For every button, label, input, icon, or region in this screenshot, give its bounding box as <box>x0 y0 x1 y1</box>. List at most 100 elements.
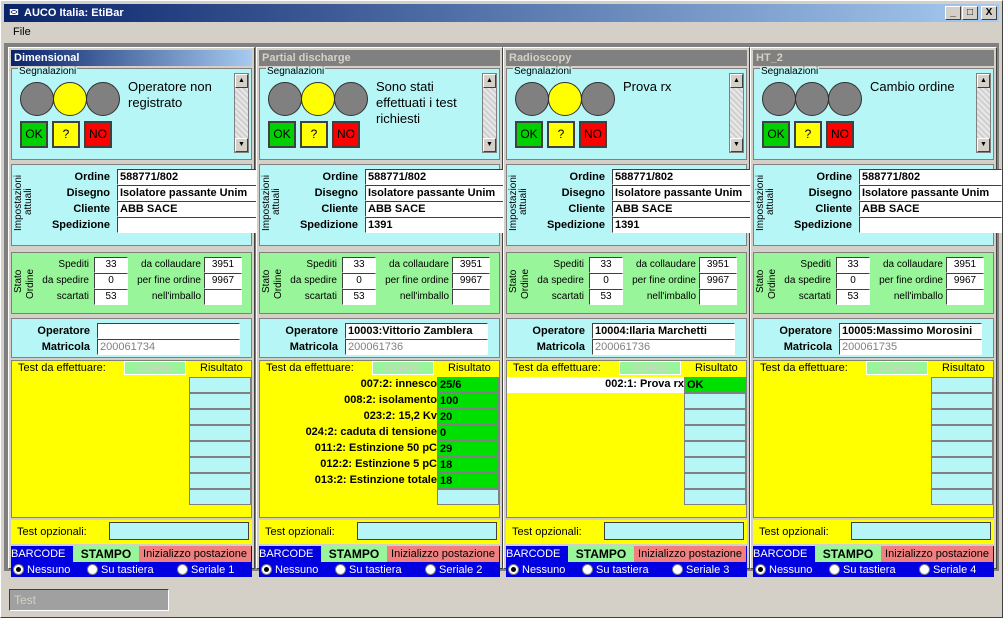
scartati-field[interactable]: 53 <box>342 289 376 305</box>
radio-nessuno[interactable]: Nessuno <box>13 564 70 576</box>
stampo-button[interactable]: STAMPO <box>73 546 139 562</box>
radio-nessuno[interactable]: Nessuno <box>261 564 318 576</box>
result-cell[interactable]: 18 <box>437 473 499 489</box>
nell-imballo-field[interactable] <box>204 289 242 305</box>
minimize-button[interactable]: _ <box>945 6 961 20</box>
result-cell[interactable]: 0 <box>437 425 499 441</box>
menu-file[interactable]: File <box>13 26 31 38</box>
scroll-up-icon[interactable]: ▲ <box>730 74 743 88</box>
radio-seriale[interactable]: Seriale 4 <box>919 564 976 576</box>
result-cell[interactable] <box>931 393 993 409</box>
spedizione-field[interactable] <box>859 217 1002 233</box>
radio-empty-icon[interactable] <box>829 564 840 575</box>
da-spedire-field[interactable]: 0 <box>589 273 623 289</box>
close-button[interactable]: X <box>981 6 997 20</box>
spedizione-field[interactable] <box>117 217 260 233</box>
result-cell[interactable] <box>189 489 251 505</box>
radio-seriale[interactable]: Seriale 3 <box>672 564 729 576</box>
radio-selected-icon[interactable] <box>755 564 766 575</box>
disegno-field[interactable]: Isolatore passante Unim <box>859 185 1002 201</box>
ok-button[interactable]: OK <box>762 121 790 148</box>
result-cell[interactable] <box>189 377 251 393</box>
test-item[interactable]: 024:2: caduta di tensione <box>306 426 437 438</box>
result-cell[interactable]: 20 <box>437 409 499 425</box>
radio-selected-icon[interactable] <box>261 564 272 575</box>
scroll-up-icon[interactable]: ▲ <box>977 74 990 88</box>
result-cell[interactable] <box>684 441 746 457</box>
radio-seriale[interactable]: Seriale 2 <box>425 564 482 576</box>
scroll-down-icon[interactable]: ▼ <box>235 138 248 152</box>
maximize-button[interactable]: □ <box>962 6 978 20</box>
da-collaudare-field[interactable]: 3951 <box>946 257 984 273</box>
cliente-field[interactable]: ABB SACE <box>859 201 1002 217</box>
test-item[interactable]: 023:2: 15,2 Kv <box>364 410 437 422</box>
test-item[interactable]: 008:2: isolamento <box>344 394 437 406</box>
radio-selected-icon[interactable] <box>508 564 519 575</box>
radio-empty-icon[interactable] <box>919 564 930 575</box>
scartati-field[interactable]: 53 <box>94 289 128 305</box>
test-item[interactable]: 011:2: Estinzione 50 pC <box>315 442 437 454</box>
scartati-field[interactable]: 53 <box>589 289 623 305</box>
result-cell[interactable] <box>189 473 251 489</box>
message-scrollbar[interactable]: ▲ ▼ <box>482 73 497 153</box>
result-cell[interactable] <box>684 473 746 489</box>
radio-nessuno[interactable]: Nessuno <box>508 564 565 576</box>
nell-imballo-field[interactable] <box>452 289 490 305</box>
copio-button[interactable]: COPIO <box>619 361 681 375</box>
spediti-field[interactable]: 33 <box>589 257 623 273</box>
per-fine-ordine-field[interactable]: 9967 <box>452 273 490 289</box>
result-cell[interactable] <box>684 425 746 441</box>
nell-imballo-field[interactable] <box>699 289 737 305</box>
da-collaudare-field[interactable]: 3951 <box>204 257 242 273</box>
ok-button[interactable]: OK <box>20 121 48 148</box>
no-button[interactable]: NO <box>826 121 854 148</box>
result-cell[interactable]: 100 <box>437 393 499 409</box>
result-cell[interactable] <box>189 425 251 441</box>
copio-button[interactable]: COPIO <box>866 361 928 375</box>
no-button[interactable]: NO <box>84 121 112 148</box>
scartati-field[interactable]: 53 <box>836 289 870 305</box>
scroll-up-icon[interactable]: ▲ <box>483 74 496 88</box>
radio-su-tastiera[interactable]: Su tastiera <box>335 564 402 576</box>
copio-button[interactable]: COPIO <box>372 361 434 375</box>
no-button[interactable]: NO <box>332 121 360 148</box>
nell-imballo-field[interactable] <box>946 289 984 305</box>
radio-selected-icon[interactable] <box>13 564 24 575</box>
stampo-button[interactable]: STAMPO <box>321 546 387 562</box>
optional-tests-input[interactable] <box>604 522 744 540</box>
disegno-field[interactable]: Isolatore passante Unim <box>117 185 260 201</box>
disegno-field[interactable]: Isolatore passante Unim <box>612 185 755 201</box>
matricola-field[interactable]: 200061736 <box>592 339 735 355</box>
inizializzo-button[interactable]: Inizializzo postazione <box>387 546 499 562</box>
scroll-down-icon[interactable]: ▼ <box>977 138 990 152</box>
da-spedire-field[interactable]: 0 <box>342 273 376 289</box>
da-collaudare-field[interactable]: 3951 <box>699 257 737 273</box>
cliente-field[interactable]: ABB SACE <box>117 201 260 217</box>
result-cell[interactable] <box>931 441 993 457</box>
optional-tests-input[interactable] <box>851 522 991 540</box>
result-cell[interactable] <box>684 393 746 409</box>
operatore-field[interactable]: 10004:Ilaria Marchetti <box>592 323 735 339</box>
result-cell[interactable] <box>931 409 993 425</box>
result-cell[interactable] <box>931 457 993 473</box>
stampo-button[interactable]: STAMPO <box>815 546 881 562</box>
spedizione-field[interactable]: 1391 <box>365 217 508 233</box>
per-fine-ordine-field[interactable]: 9967 <box>946 273 984 289</box>
spediti-field[interactable]: 33 <box>342 257 376 273</box>
ordine-field[interactable]: 588771/802 <box>117 169 260 185</box>
test-item[interactable]: 007:2: innesco <box>361 378 437 390</box>
question-button[interactable]: ? <box>300 121 328 148</box>
inizializzo-button[interactable]: Inizializzo postazione <box>634 546 746 562</box>
da-collaudare-field[interactable]: 3951 <box>452 257 490 273</box>
matricola-field[interactable]: 200061734 <box>97 339 240 355</box>
result-cell[interactable]: OK <box>684 377 746 393</box>
optional-tests-input[interactable] <box>357 522 497 540</box>
test-item[interactable]: 002:1: Prova rx <box>605 378 684 390</box>
test-item[interactable]: 013:2: Estinzione totale <box>315 474 437 486</box>
result-cell[interactable] <box>189 457 251 473</box>
inizializzo-button[interactable]: Inizializzo postazione <box>881 546 993 562</box>
radio-empty-icon[interactable] <box>177 564 188 575</box>
message-scrollbar[interactable]: ▲ ▼ <box>976 73 991 153</box>
da-spedire-field[interactable]: 0 <box>94 273 128 289</box>
spedizione-field[interactable]: 1391 <box>612 217 755 233</box>
